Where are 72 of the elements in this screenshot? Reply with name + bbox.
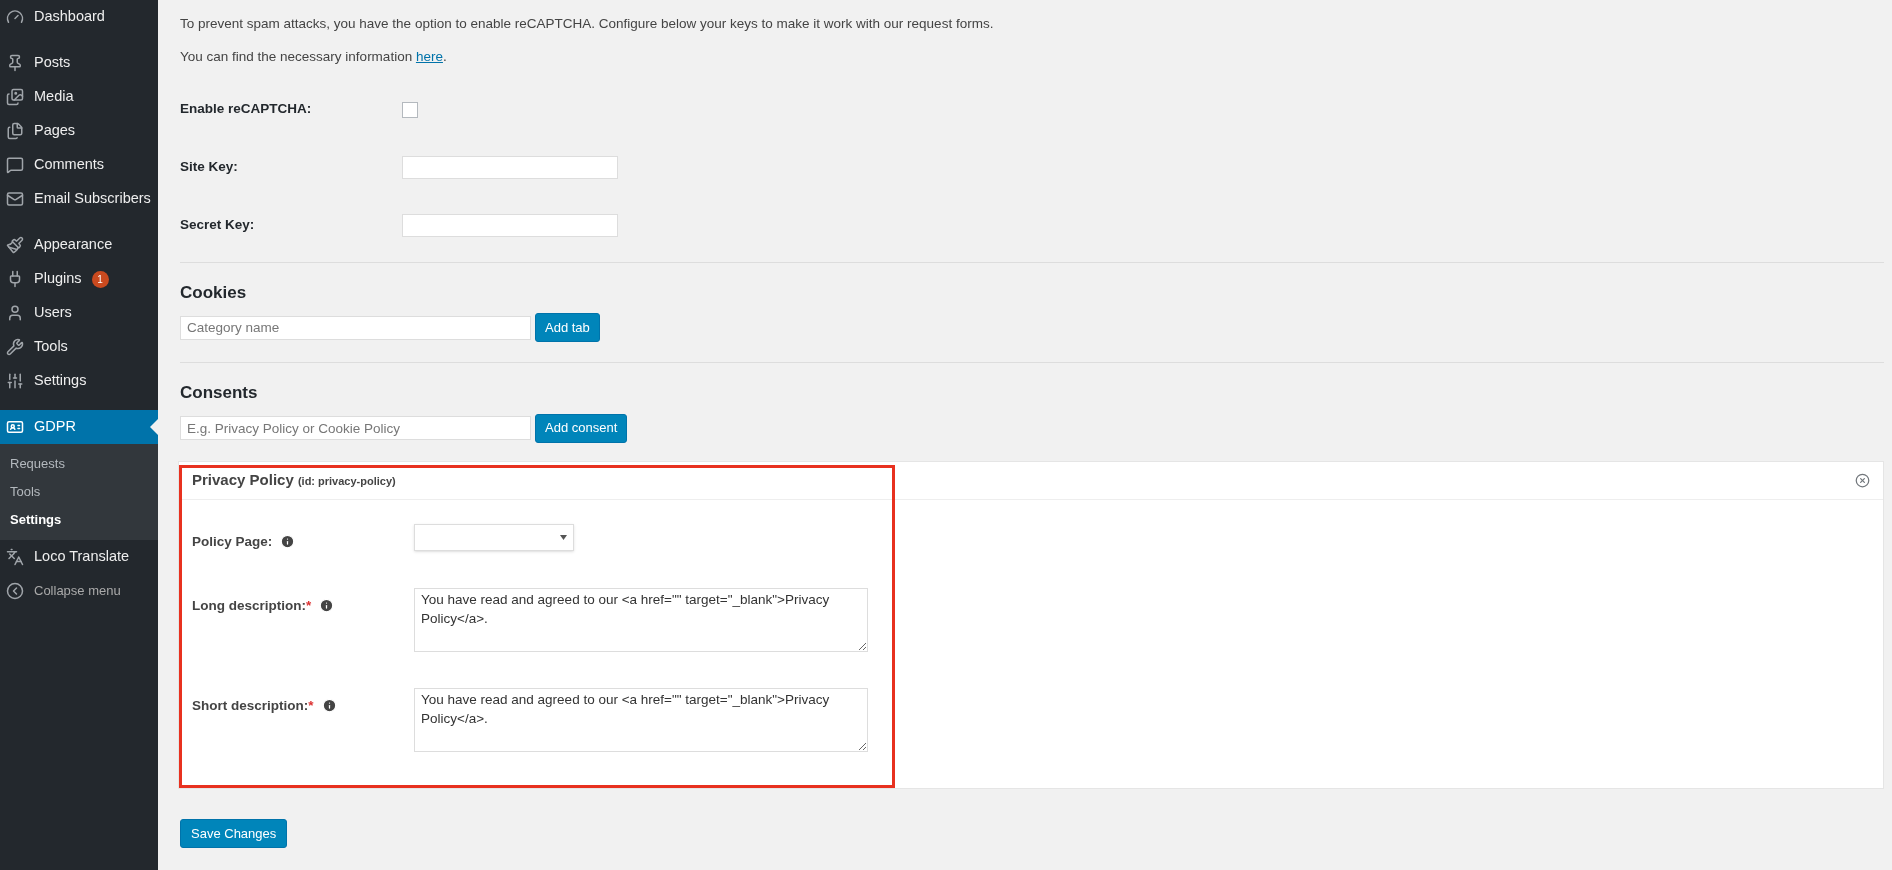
sidebar-item[interactable]: Dashboard	[0, 0, 158, 34]
menu-label: Tools	[34, 337, 68, 357]
sidebar-item[interactable]: Plugins 1	[0, 262, 158, 296]
menu-label: Plugins	[34, 269, 82, 289]
menu-label: GDPR	[34, 417, 76, 437]
menu-label: Loco Translate	[34, 547, 130, 567]
close-icon[interactable]	[1855, 472, 1870, 488]
info-text: You can find the necessary information here.	[180, 48, 448, 67]
description-textarea[interactable]: You have read and agreed to our <a href="" target="_blank">Privacy Policy</a>.	[414, 587, 868, 652]
sidebar-item[interactable]: Media	[0, 80, 158, 114]
sidebar-item[interactable]: Loco Translate	[0, 540, 158, 574]
name-input[interactable]: Category name	[180, 315, 531, 340]
menu-label: Pages	[34, 121, 76, 141]
sliders-icon	[6, 372, 24, 390]
field-label: Short description:*	[192, 696, 314, 715]
pin-icon	[6, 54, 24, 72]
menu-label: Appearance	[34, 235, 113, 255]
menu-label: Users	[34, 303, 72, 323]
wrench-icon	[6, 338, 24, 356]
paintbrush-icon	[6, 236, 24, 254]
field-label: Site Key:	[180, 158, 239, 177]
sidebar-item[interactable]: Tools	[0, 330, 158, 364]
section-heading: Cookies	[180, 281, 248, 304]
section-heading: Consents	[180, 382, 259, 404]
pages-icon	[6, 122, 24, 140]
name-input[interactable]: E.g. Privacy Policy or Cookie Policy	[180, 416, 531, 440]
key-input[interactable]	[402, 214, 618, 237]
sidebar-item[interactable]: Pages	[0, 114, 158, 148]
menu-label: Comments	[34, 155, 105, 175]
field-label: Policy Page:	[192, 532, 273, 551]
menu-label: Email Subscribers	[34, 189, 151, 209]
sidebar-item[interactable]: Email Subscribers	[0, 182, 158, 216]
submenu-item[interactable]: Settings	[0, 506, 158, 534]
submenu-item[interactable]: Requests	[0, 450, 158, 478]
menu-label: Dashboard	[34, 7, 105, 27]
gauge-icon	[6, 8, 24, 26]
envelope-icon	[6, 190, 24, 208]
panel-title: Privacy Policy (id: privacy-policy)	[192, 469, 396, 490]
pointer-arrow-icon	[150, 419, 158, 435]
menu-label: Settings	[34, 371, 87, 391]
field-label: Enable reCAPTCHA:	[180, 100, 313, 119]
enable-checkbox[interactable]	[402, 101, 418, 118]
comment-icon	[6, 156, 24, 174]
sidebar-item[interactable]: Posts	[0, 46, 158, 80]
key-input[interactable]	[402, 156, 618, 179]
menu-label: Media	[34, 87, 74, 107]
sidebar-item[interactable]: Comments	[0, 148, 158, 182]
count-badge: 1	[91, 270, 109, 288]
translate-icon	[6, 548, 24, 566]
id-card-icon	[6, 418, 24, 436]
sidebar-item[interactable]: Settings	[0, 364, 158, 398]
field-label: Long description:*	[192, 596, 312, 615]
field-label: Secret Key:	[180, 216, 256, 235]
info-icon[interactable]	[280, 534, 296, 550]
images-icon	[6, 88, 24, 106]
user-icon	[6, 304, 24, 322]
add-button[interactable]: Add tab	[535, 313, 600, 342]
here-link[interactable]: here	[415, 49, 443, 65]
save-changes-button[interactable]: Save Changes	[180, 818, 288, 848]
menu-label: Posts	[34, 53, 71, 73]
sidebar-item[interactable]: GDPR	[0, 410, 158, 444]
sidebar-item[interactable]: Appearance	[0, 228, 158, 262]
sidebar-item[interactable]: Users	[0, 296, 158, 330]
submenu-item[interactable]: Tools	[0, 478, 158, 506]
dropdown-arrow-icon	[560, 534, 567, 540]
description-textarea[interactable]: You have read and agreed to our <a href="" target="_blank">Privacy Policy</a>.	[414, 687, 868, 752]
intro-text: To prevent spam attacks, you have the option to enable reCAPTCHA. Configure below your keys to make it work with our request forms.	[180, 15, 995, 33]
add-button[interactable]: Add consent	[535, 413, 628, 443]
info-icon[interactable]	[321, 698, 337, 714]
info-icon[interactable]	[319, 598, 335, 614]
collapse-menu-button[interactable]: Collapse menu	[0, 574, 158, 608]
collapse-icon	[6, 582, 24, 600]
